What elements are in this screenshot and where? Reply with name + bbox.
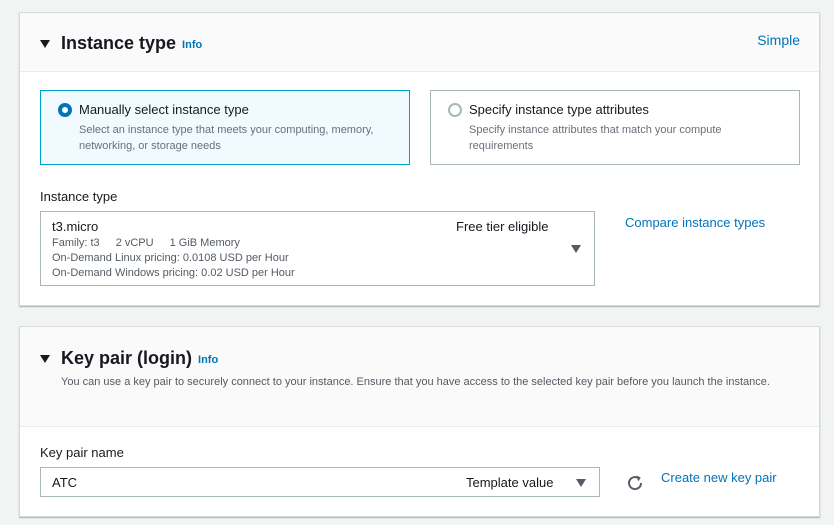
template-value-tag: Template value	[466, 475, 554, 490]
create-new-key-pair-link[interactable]: Create new key pair	[661, 470, 777, 485]
dropdown-caret-icon	[571, 245, 581, 253]
instance-type-header: Instance type Info Simple	[20, 13, 819, 72]
instance-type-value: t3.micro	[52, 219, 99, 234]
linux-pricing: On-Demand Linux pricing: 0.0108 USD per …	[52, 252, 289, 264]
free-tier-badge: Free tier eligible	[456, 219, 549, 234]
tile-manual-description: Select an instance type that meets your …	[79, 124, 374, 152]
radio-manual-select[interactable]	[58, 103, 72, 117]
key-pair-value: ATC	[52, 475, 78, 490]
compare-instance-types-link[interactable]: Compare instance types	[625, 215, 765, 230]
instance-type-panel: Instance type Info Simple Manually select…	[19, 12, 820, 306]
key-pair-panel: Key pair (login) Info You can use a key p…	[19, 326, 820, 517]
key-pair-title: Key pair (login) Info	[61, 348, 218, 369]
instance-type-info-link[interactable]: Info	[182, 39, 202, 51]
refresh-button[interactable]	[624, 472, 646, 494]
tile-specify-attributes[interactable]: Specify instance type attributes Specify…	[430, 90, 800, 165]
windows-pricing: On-Demand Windows pricing: 0.02 USD per …	[52, 267, 295, 279]
refresh-icon	[628, 475, 643, 491]
tile-manual-select[interactable]: Manually select instance type Select an …	[40, 90, 410, 165]
key-pair-description: You can use a key pair to securely conne…	[61, 376, 770, 388]
tile-manual-title: Manually select instance type	[79, 102, 249, 117]
key-pair-header: Key pair (login) Info You can use a key p…	[20, 327, 819, 427]
key-pair-select[interactable]: ATC Template value	[40, 467, 600, 497]
tile-attributes-title: Specify instance type attributes	[469, 102, 649, 117]
collapse-caret-icon[interactable]	[40, 355, 50, 363]
instance-type-title: Instance type Info	[61, 33, 202, 54]
key-pair-info-link[interactable]: Info	[198, 354, 218, 366]
key-pair-title-text: Key pair (login)	[61, 348, 193, 368]
instance-type-title-text: Instance type	[61, 33, 177, 53]
instance-family: Family: t3	[52, 237, 100, 249]
simple-link[interactable]: Simple	[757, 32, 800, 48]
instance-type-select[interactable]: t3.micro Free tier eligible Family: t3 2 …	[40, 211, 595, 286]
instance-vcpu: 2 vCPU	[115, 237, 154, 249]
instance-type-field-label: Instance type	[40, 189, 118, 204]
collapse-caret-icon[interactable]	[40, 40, 50, 48]
radio-specify-attributes[interactable]	[448, 103, 462, 117]
key-pair-field-label: Key pair name	[40, 445, 124, 460]
tile-attributes-description: Specify instance attributes that match y…	[469, 124, 722, 152]
instance-memory: 1 GiB Memory	[169, 237, 240, 249]
instance-specs: Family: t3 2 vCPU 1 GiB Memory	[52, 237, 240, 249]
dropdown-caret-icon	[576, 479, 586, 487]
